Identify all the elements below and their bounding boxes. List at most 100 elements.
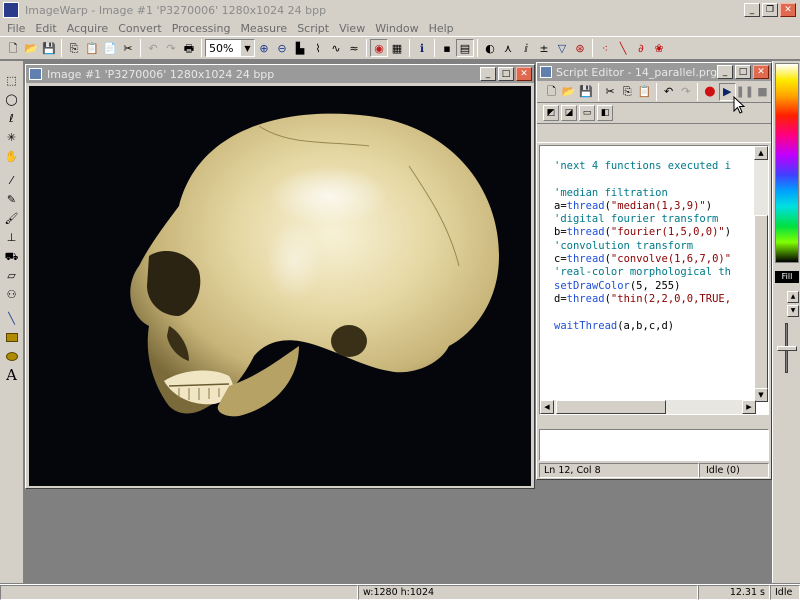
script-tool-d-icon[interactable]: ◧ [597,105,613,121]
save-icon[interactable]: 💾 [40,39,58,57]
code-line[interactable]: setDrawColor(5, 255) [554,280,754,293]
ellipse-draw-icon[interactable] [3,347,21,365]
scroll-down-button[interactable]: ▼ [754,388,768,402]
paste-icon[interactable]: 📋 [83,39,101,57]
code-line[interactable]: b=thread("fourier(1,5,0,0)") [554,226,754,239]
color-spectrum[interactable] [775,63,799,263]
code-editor[interactable]: 'next 4 functions executed i 'median filt… [539,145,769,415]
script-cut-icon[interactable]: ✂ [602,83,619,101]
tree-icon[interactable]: ⋏ [499,39,517,57]
image-close-button[interactable]: ✕ [516,67,532,81]
cut-icon[interactable]: ✂ [119,39,137,57]
menu-convert[interactable]: Convert [113,22,167,35]
points-icon[interactable]: ⁖ [596,39,614,57]
scroll-left-button[interactable]: ◀ [540,400,554,414]
h-scroll-thumb[interactable] [556,400,666,414]
code-line[interactable]: a=thread("median(1,3,9)") [554,200,754,213]
lasso-icon[interactable]: ℓ [3,109,21,127]
restore-button[interactable]: ❐ [762,3,778,17]
code-line[interactable]: 'next 4 functions executed i [554,160,754,173]
fill-button[interactable]: Fill [775,271,799,283]
new-file-icon[interactable]: 🗋 [4,39,22,57]
rectangle-draw-icon[interactable] [3,328,21,346]
histogram-icon[interactable]: ▙ [291,39,309,57]
scroll-right-button[interactable]: ▶ [742,400,756,414]
image-canvas[interactable] [29,86,531,486]
zoom-in-icon[interactable]: ⊕ [255,39,273,57]
copy-icon[interactable]: ⎘ [65,39,83,57]
camera-icon[interactable]: ▪ [438,39,456,57]
menu-processing[interactable]: Processing [167,22,236,35]
pipette-icon[interactable]: ⁄ [3,171,21,189]
menu-edit[interactable]: Edit [30,22,61,35]
script-maximize-button[interactable]: □ [735,65,751,79]
stop-icon[interactable]: ■ [754,83,771,101]
menu-measure[interactable]: Measure [235,22,292,35]
magic-wand-icon[interactable]: ✳ [3,128,21,146]
menu-help[interactable]: Help [424,22,459,35]
output-panel[interactable] [539,429,769,461]
code-line[interactable] [554,306,754,319]
menu-file[interactable]: File [2,22,30,35]
script-tool-b-icon[interactable]: ◪ [561,105,577,121]
paste-new-icon[interactable]: 📄 [101,39,119,57]
script-save-icon[interactable]: 💾 [577,83,594,101]
menu-view[interactable]: View [334,22,370,35]
bucket-icon[interactable]: ⛟ [3,247,21,265]
script-copy-icon[interactable]: ⎘ [619,83,636,101]
slider-thumb[interactable] [777,346,797,351]
scroll-up-button[interactable]: ▲ [754,146,768,160]
filter-icon[interactable]: ▽ [553,39,571,57]
hand-icon[interactable]: ✋ [3,147,21,165]
plus-minus-icon[interactable]: ± [535,39,553,57]
wave-icon[interactable]: ≈ [345,39,363,57]
code-line[interactable]: waitThread(a,b,c,d) [554,320,754,333]
code-line[interactable]: 'real-color morphological th [554,266,754,279]
undo-icon[interactable]: ↶ [144,39,162,57]
color-balance-icon[interactable]: ◉ [370,39,388,57]
palette-scroll-up[interactable]: ▲ [787,291,799,303]
text-tool-icon[interactable]: A [3,366,21,384]
code-line[interactable]: 'median filtration [554,187,754,200]
line-tool-icon[interactable]: ╲ [614,39,632,57]
script-tool-c-icon[interactable]: ▭ [579,105,595,121]
code-line[interactable]: c=thread("convolve(1,6,7,0)" [554,253,754,266]
code-area[interactable]: 'next 4 functions executed i 'median filt… [554,160,754,333]
palette-scroll-down[interactable]: ▼ [787,305,799,317]
zoom-select[interactable]: 50% ▼ [205,39,255,57]
stamp-icon[interactable]: ⊥ [3,228,21,246]
record-icon[interactable]: ● [701,83,718,101]
script-minimize-button[interactable]: _ [717,65,733,79]
eraser-icon[interactable]: ▱ [3,266,21,284]
print-icon[interactable]: 🖶 [180,39,198,57]
code-line[interactable]: 'digital fourier transform [554,213,754,226]
script-redo-icon[interactable]: ↷ [677,83,694,101]
redo-icon[interactable]: ↷ [162,39,180,57]
line-draw-icon[interactable]: ╲ [3,309,21,327]
grid-icon[interactable]: ▦ [388,39,406,57]
chevron-down-icon[interactable]: ▼ [241,40,254,56]
scroll-thumb[interactable] [754,215,768,390]
menu-acquire[interactable]: Acquire [62,22,113,35]
minimize-button[interactable]: _ [744,3,760,17]
clone-icon[interactable]: ⚇ [3,285,21,303]
line-profile-icon[interactable]: ⌇ [309,39,327,57]
open-folder-icon[interactable]: 📂 [22,39,40,57]
vertical-scrollbar[interactable]: ▲ ▼ [754,146,768,402]
contrast-icon[interactable]: ◐ [481,39,499,57]
script-tool-a-icon[interactable]: ◩ [543,105,559,121]
target-icon[interactable]: ⊛ [571,39,589,57]
script-open-icon[interactable]: 📂 [560,83,577,101]
zoom-out-icon[interactable]: ⊖ [273,39,291,57]
horizontal-scrollbar[interactable]: ◀ ▶ [540,400,756,414]
script-close-button[interactable]: ✕ [753,65,769,79]
image-minimize-button[interactable]: _ [480,67,496,81]
script-undo-icon[interactable]: ↶ [660,83,677,101]
curve-icon[interactable]: ∂ [632,39,650,57]
rect-select-icon[interactable]: ⬚ [3,71,21,89]
code-line[interactable]: 'convolution transform [554,240,754,253]
close-button[interactable]: ✕ [780,3,796,17]
pencil-icon[interactable]: ✎ [3,190,21,208]
person-icon[interactable]: ⅈ [517,39,535,57]
script-paste-icon[interactable]: 📋 [636,83,653,101]
